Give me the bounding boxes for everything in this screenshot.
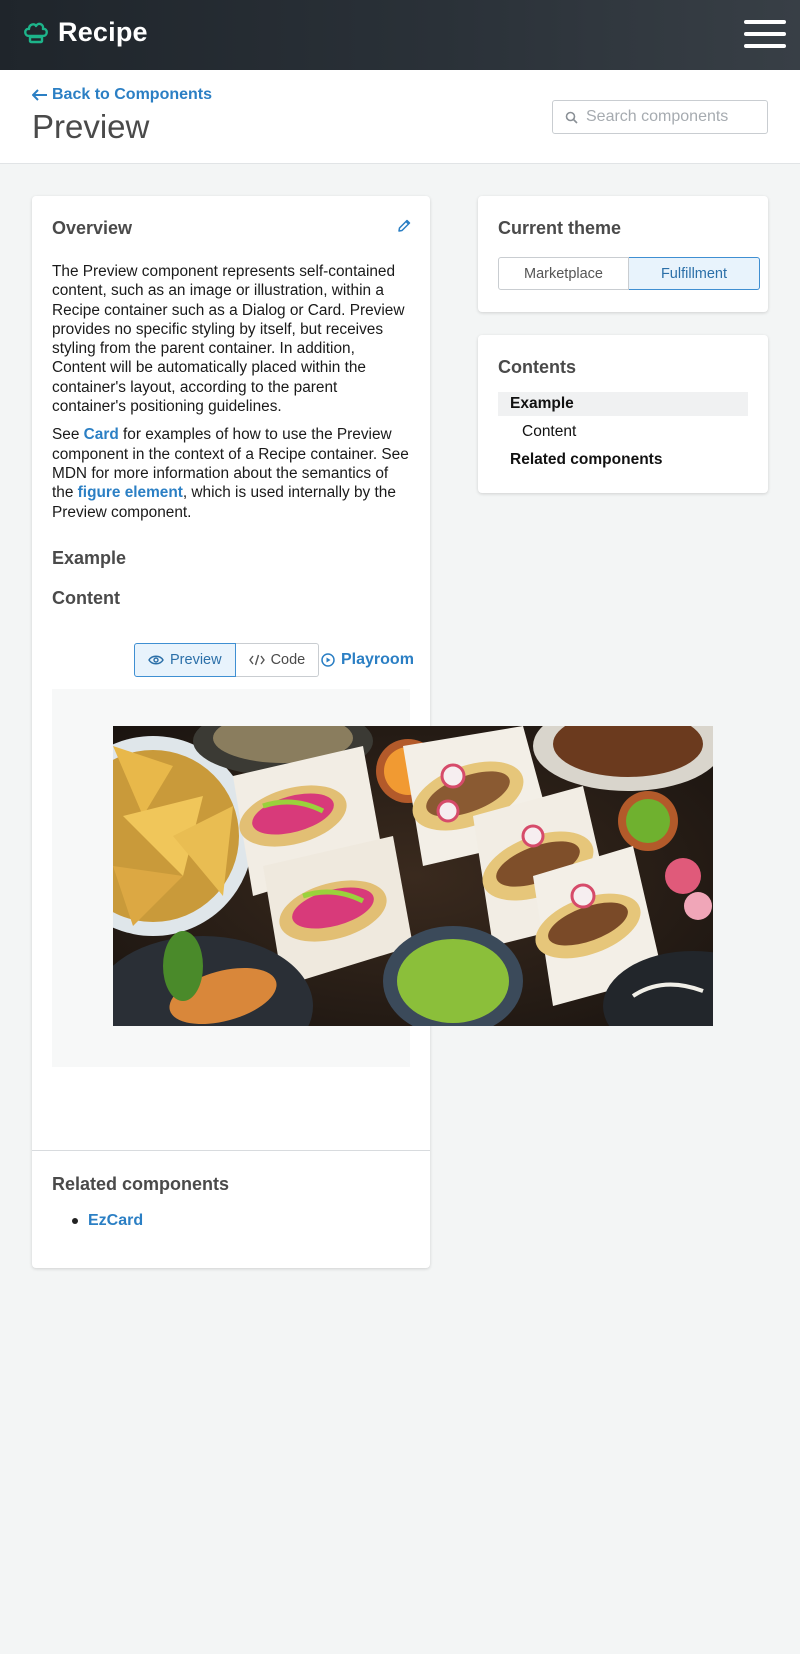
related-components-heading: Related components xyxy=(52,1174,230,1194)
toc-item-related-components[interactable]: Related components xyxy=(498,448,748,472)
theme-switcher: Marketplace Fulfillment xyxy=(498,257,760,290)
preview-code-tabs: Preview Code xyxy=(134,643,320,677)
toc-item-content[interactable]: Content xyxy=(498,420,748,444)
overview-paragraph-2: See Card for examples of how to use the … xyxy=(52,425,412,521)
list-item: EzCard xyxy=(72,1212,143,1230)
overview-heading: Overview xyxy=(52,218,133,238)
figure-element-link[interactable]: figure element xyxy=(78,484,183,501)
tab-preview-label: Preview xyxy=(170,652,222,668)
search-input[interactable] xyxy=(586,108,756,126)
chef-hat-icon xyxy=(24,22,48,43)
playroom-label: Playroom xyxy=(341,651,414,668)
related-components-list: EzCard xyxy=(72,1212,143,1230)
code-icon xyxy=(248,654,265,666)
theme-option-marketplace[interactable]: Marketplace xyxy=(498,257,629,290)
top-navigation-bar: Recipe xyxy=(0,0,800,70)
play-circle-icon xyxy=(321,653,335,667)
page-title: Preview xyxy=(32,108,150,145)
hamburger-menu-icon[interactable] xyxy=(744,20,786,50)
toc-item-example[interactable]: Example xyxy=(498,392,748,416)
tab-code-label: Code xyxy=(270,652,306,668)
app-name: Recipe xyxy=(58,17,148,47)
page-header: Back to Components Preview xyxy=(0,70,800,164)
food-image xyxy=(113,726,713,1026)
theme-option-fulfillment[interactable]: Fulfillment xyxy=(629,257,760,290)
current-theme-heading: Current theme xyxy=(498,218,622,238)
playroom-link[interactable]: Playroom xyxy=(321,651,414,669)
example-heading: Example xyxy=(52,548,127,568)
overview-body: The Preview component represents self-co… xyxy=(52,262,412,531)
bullet xyxy=(72,1218,78,1224)
contents-card: Contents Example Content Related compone… xyxy=(478,335,768,493)
current-theme-card: Current theme Marketplace Fulfillment xyxy=(478,196,768,312)
contents-heading: Contents xyxy=(498,357,576,377)
content-heading: Content xyxy=(52,588,120,608)
arrow-left-icon xyxy=(32,89,47,101)
search-icon xyxy=(565,111,578,124)
pencil-edit-icon[interactable] xyxy=(396,218,412,234)
overview-paragraph-1: The Preview component represents self-co… xyxy=(52,263,405,416)
tab-preview[interactable]: Preview xyxy=(134,643,236,677)
divider xyxy=(32,1150,430,1151)
back-to-components-link[interactable]: Back to Components xyxy=(32,86,212,104)
para2-text-a: See xyxy=(52,426,84,444)
card-link[interactable]: Card xyxy=(84,426,119,443)
brand-logo[interactable]: Recipe xyxy=(22,17,148,48)
table-of-contents: Example Content Related components xyxy=(498,392,748,472)
back-link-label: Back to Components xyxy=(52,86,213,103)
search-box xyxy=(552,100,768,134)
eye-icon xyxy=(148,655,164,665)
tacos-food-photo xyxy=(113,726,713,1026)
ezcard-link[interactable]: EzCard xyxy=(88,1212,143,1230)
tab-code[interactable]: Code xyxy=(235,643,320,677)
